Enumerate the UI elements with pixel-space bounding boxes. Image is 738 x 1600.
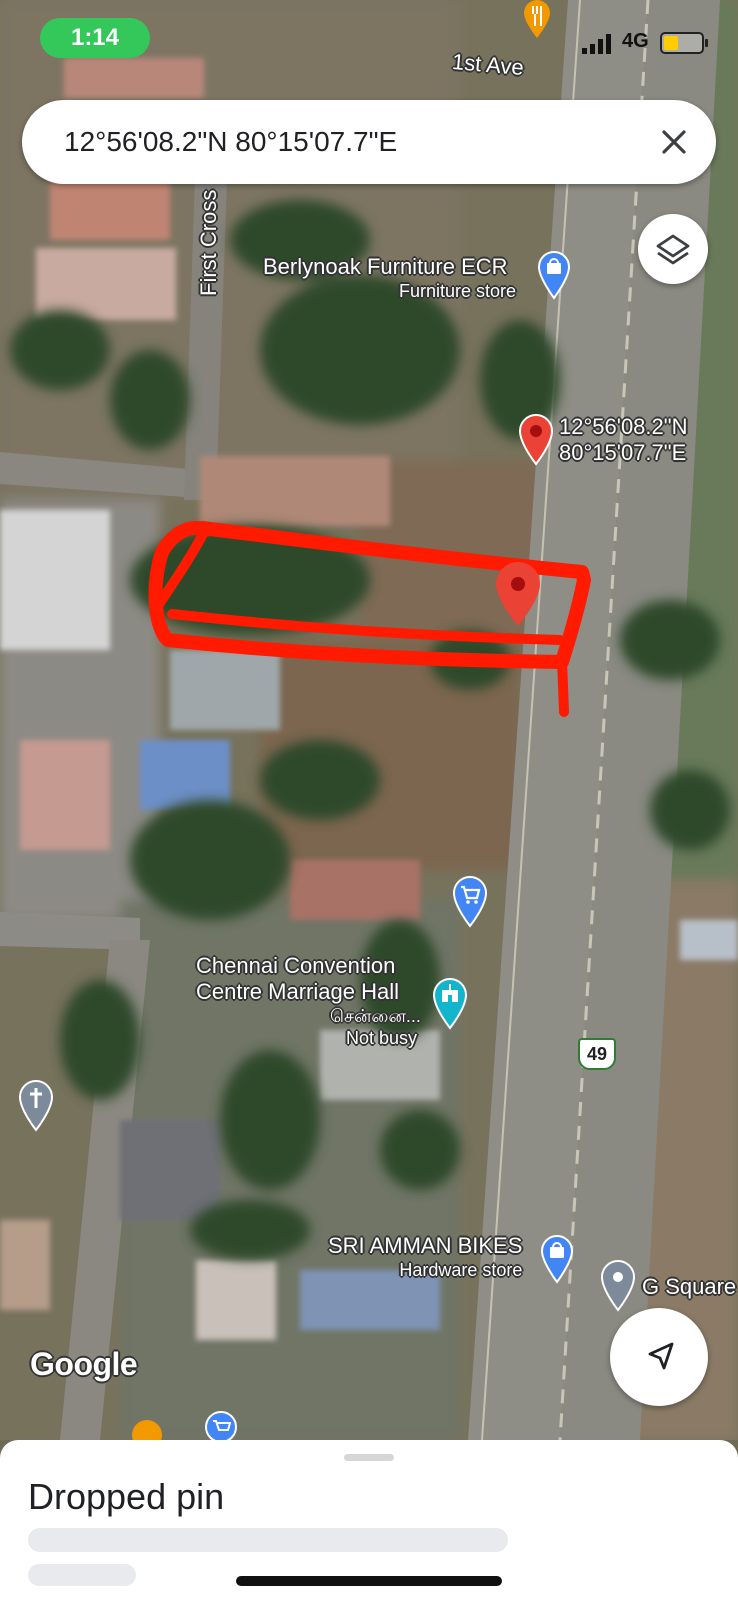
network-type: 4G: [622, 30, 649, 52]
poi-chennai-convention[interactable]: Chennai Convention Centre Marriage Hall …: [196, 953, 421, 1049]
highway-shield: 49: [578, 1038, 616, 1070]
event-hall-icon[interactable]: [432, 978, 468, 1030]
home-indicator[interactable]: [236, 1576, 502, 1586]
sheet-drag-handle[interactable]: [344, 1454, 394, 1461]
cart-marker-icon[interactable]: [452, 876, 488, 928]
restaurant-marker-icon[interactable]: [130, 1418, 164, 1440]
cart-marker-icon[interactable]: [204, 1410, 238, 1440]
sheet-title: Dropped pin: [28, 1476, 225, 1517]
battery-icon: [660, 32, 708, 54]
poi-g-square[interactable]: G Square: [642, 1274, 736, 1300]
search-bar[interactable]: 12°56'08.2"N 80°15'07.7"E: [22, 100, 716, 184]
status-time: 1:14: [40, 18, 150, 58]
layers-icon: [656, 234, 690, 265]
poi-sri-amman-bikes[interactable]: SRI AMMAN BIKES Hardware store: [328, 1233, 522, 1281]
shopping-bag-icon[interactable]: [540, 1234, 574, 1284]
my-location-button[interactable]: [610, 1308, 708, 1406]
place-icon[interactable]: [600, 1260, 636, 1312]
location-pin-icon[interactable]: [494, 562, 542, 628]
church-marker-icon[interactable]: [18, 1080, 54, 1132]
close-icon[interactable]: [650, 118, 698, 166]
search-input[interactable]: 12°56'08.2"N 80°15'07.7"E: [64, 126, 397, 158]
google-logo: Google: [30, 1346, 138, 1382]
loading-placeholder: [28, 1528, 508, 1552]
loading-placeholder: [28, 1564, 136, 1586]
layers-button[interactable]: [638, 214, 708, 284]
navigation-arrow-icon: [648, 1342, 674, 1370]
cellular-signal-icon: [582, 34, 611, 54]
satellite-map[interactable]: 1st Ave First Cross Berlynoak Furniture …: [0, 0, 738, 1440]
